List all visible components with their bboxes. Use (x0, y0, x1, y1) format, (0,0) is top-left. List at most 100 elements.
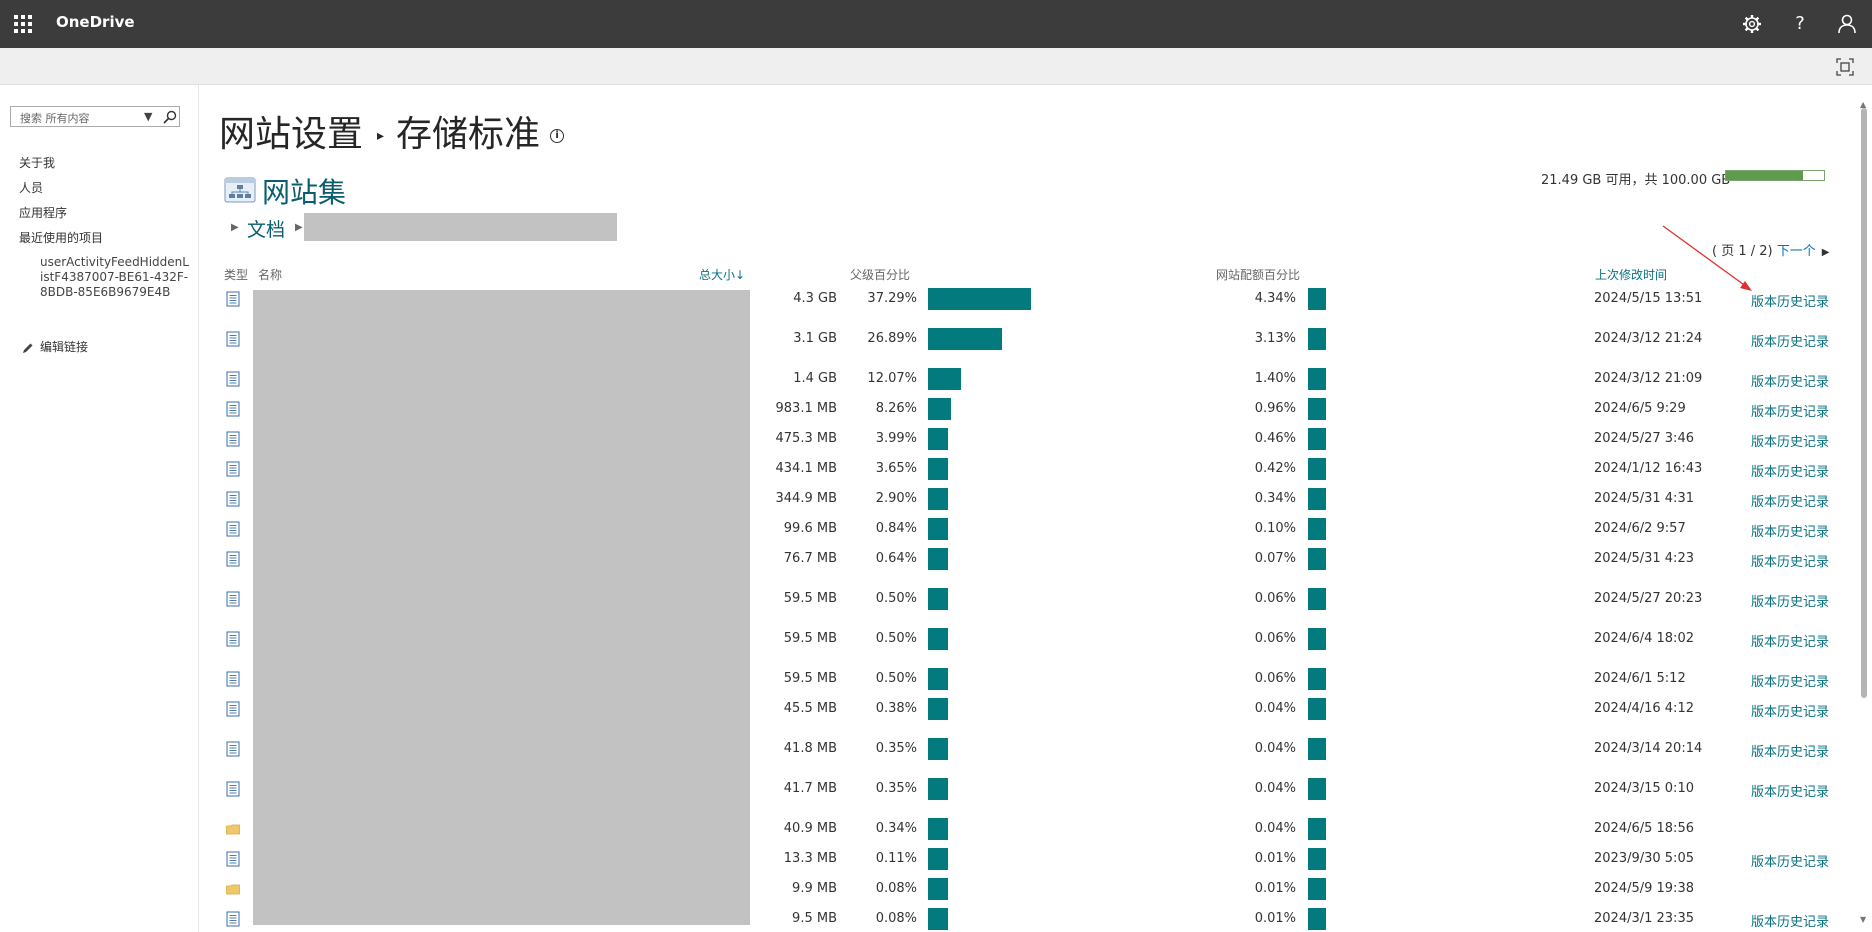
parent-percent-bar (928, 428, 948, 450)
column-header-last-modified[interactable]: 上次修改时间 (1595, 266, 1667, 283)
focus-mode-icon[interactable] (1836, 58, 1854, 76)
nav-item-recent[interactable]: 最近使用的项目 (19, 229, 103, 246)
cell-modified: 2024/3/12 21:24 (1594, 331, 1703, 346)
scrollbar-thumb[interactable] (1861, 108, 1867, 698)
pager-next-link[interactable]: 下一个 (1777, 244, 1816, 259)
column-header-name[interactable]: 名称 (258, 266, 282, 283)
version-history-link[interactable]: 版本历史记录 (1751, 291, 1829, 310)
next-arrow-icon[interactable]: ▶ (1822, 247, 1830, 258)
cell-parent-percent: 0.08% (875, 911, 917, 926)
parent-percent-bar (928, 548, 948, 570)
quota-percent-bar (1308, 908, 1326, 930)
quota-percent-bar (1308, 548, 1326, 570)
nav-item-apps[interactable]: 应用程序 (19, 204, 67, 221)
cell-size: 9.9 MB (792, 881, 837, 896)
info-icon[interactable]: i (550, 129, 565, 143)
version-history-link[interactable]: 版本历史记录 (1751, 911, 1829, 930)
sort-descending-icon: ↓ (735, 268, 746, 282)
search-box[interactable]: 搜索 所有内容 ▼ (10, 106, 180, 127)
waffle-icon[interactable] (14, 15, 32, 33)
vertical-scrollbar[interactable]: ▲ ▼ (1860, 100, 1868, 925)
quota-percent-bar (1308, 288, 1326, 310)
folder-icon (226, 884, 240, 895)
page-title-site-settings[interactable]: 网站设置 (219, 114, 363, 155)
site-collection-title[interactable]: 网站集 (262, 171, 346, 211)
cell-parent-percent: 0.50% (875, 631, 917, 646)
cell-quota-percent: 0.06% (1254, 631, 1296, 646)
parent-percent-bar (928, 328, 1002, 350)
cell-size: 1.4 GB (793, 371, 837, 386)
column-header-quota-percent: 网站配额百分比 (1216, 268, 1301, 282)
cell-parent-percent: 26.89% (867, 331, 917, 346)
column-header-total-size[interactable]: 总大小↓ (699, 266, 745, 283)
cell-size: 40.9 MB (783, 821, 837, 836)
quota-percent-bar (1308, 698, 1326, 720)
column-header-total-size-label: 总大小 (699, 268, 736, 282)
cell-parent-percent: 0.08% (875, 881, 917, 896)
gear-icon[interactable] (1740, 12, 1764, 36)
version-history-link[interactable]: 版本历史记录 (1751, 371, 1829, 390)
search-input[interactable]: 搜索 所有内容 (20, 110, 90, 126)
version-history-link[interactable]: 版本历史记录 (1751, 631, 1829, 650)
version-history-link[interactable]: 版本历史记录 (1751, 701, 1829, 720)
pager: ( 页 1 / 2) 下一个 ▶ (1712, 240, 1829, 259)
cell-size: 59.5 MB (783, 671, 837, 686)
quota-percent-bar (1308, 668, 1326, 690)
account-icon[interactable] (1835, 12, 1859, 36)
parent-percent-bar (928, 458, 948, 480)
cell-quota-percent: 0.06% (1254, 671, 1296, 686)
version-history-link[interactable]: 版本历史记录 (1751, 521, 1829, 540)
cell-size: 9.5 MB (792, 911, 837, 926)
version-history-link[interactable]: 版本历史记录 (1751, 461, 1829, 480)
cell-quota-percent: 0.01% (1254, 851, 1296, 866)
version-history-link[interactable]: 版本历史记录 (1751, 491, 1829, 510)
parent-percent-bar (928, 288, 1031, 310)
document-icon (226, 741, 240, 757)
app-name[interactable]: OneDrive (56, 13, 135, 31)
version-history-link[interactable]: 版本历史记录 (1751, 331, 1829, 350)
cell-modified: 2024/6/2 9:57 (1594, 521, 1686, 536)
version-history-link[interactable]: 版本历史记录 (1751, 851, 1829, 870)
cell-quota-percent: 0.96% (1254, 401, 1296, 416)
search-icon[interactable] (163, 110, 177, 124)
cell-modified: 2024/5/15 13:51 (1594, 291, 1703, 306)
parent-percent-bar (928, 738, 948, 760)
folder-icon (226, 824, 240, 835)
document-icon (226, 491, 240, 507)
cell-parent-percent: 0.35% (875, 741, 917, 756)
cell-modified: 2024/3/1 23:35 (1594, 911, 1694, 926)
parent-percent-bar (928, 778, 948, 800)
cell-parent-percent: 12.07% (867, 371, 917, 386)
cell-modified: 2024/5/31 4:23 (1594, 551, 1694, 566)
cell-modified: 2024/6/1 5:12 (1594, 671, 1686, 686)
version-history-link[interactable]: 版本历史记录 (1751, 401, 1829, 420)
cell-size: 45.5 MB (783, 701, 837, 716)
document-icon (226, 781, 240, 797)
version-history-link[interactable]: 版本历史记录 (1751, 591, 1829, 610)
cell-size: 41.8 MB (783, 741, 837, 756)
search-scope-chevron-icon[interactable]: ▼ (144, 110, 152, 123)
cell-size: 4.3 GB (793, 291, 837, 306)
cell-parent-percent: 0.11% (875, 851, 917, 866)
nav-item-about-me[interactable]: 关于我 (19, 154, 55, 171)
document-icon (226, 401, 240, 417)
cell-quota-percent: 4.34% (1254, 291, 1296, 306)
cell-modified: 2023/9/30 5:05 (1594, 851, 1694, 866)
parent-percent-bar (928, 368, 961, 390)
command-bar (0, 48, 1872, 85)
version-history-link[interactable]: 版本历史记录 (1751, 431, 1829, 450)
quota-percent-bar (1308, 458, 1326, 480)
quota-percent-bar (1308, 518, 1326, 540)
version-history-link[interactable]: 版本历史记录 (1751, 781, 1829, 800)
help-icon[interactable]: ? (1788, 12, 1812, 36)
breadcrumb-documents[interactable]: 文档 (247, 215, 285, 242)
cell-quota-percent: 0.07% (1254, 551, 1296, 566)
quota-percent-bar (1308, 878, 1326, 900)
nav-item-people[interactable]: 人员 (19, 179, 43, 196)
version-history-link[interactable]: 版本历史记录 (1751, 741, 1829, 760)
version-history-link[interactable]: 版本历史记录 (1751, 551, 1829, 570)
version-history-link[interactable]: 版本历史记录 (1751, 671, 1829, 690)
scroll-down-arrow-icon[interactable]: ▼ (1860, 915, 1866, 924)
cell-quota-percent: 0.01% (1254, 911, 1296, 926)
cell-modified: 2024/3/15 0:10 (1594, 781, 1694, 796)
